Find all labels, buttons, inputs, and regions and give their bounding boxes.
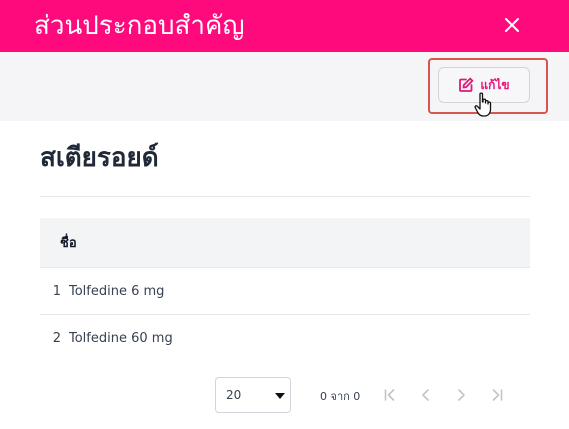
last-page-button[interactable] bbox=[487, 385, 507, 405]
caret-down-icon bbox=[275, 393, 285, 399]
row-name: Tolfedine 60 mg bbox=[69, 331, 173, 346]
divider bbox=[40, 196, 530, 197]
ingredients-table: ชื่อ 1 Tolfedine 6 mg 2 Tolfedine 60 mg bbox=[40, 218, 530, 362]
last-page-icon bbox=[492, 389, 503, 401]
edit-icon bbox=[459, 77, 474, 92]
row-index: 1 bbox=[52, 283, 61, 299]
first-page-button[interactable] bbox=[380, 385, 400, 405]
row-name: Tolfedine 6 mg bbox=[69, 283, 165, 299]
page-size-select[interactable]: 20 bbox=[215, 377, 291, 413]
table-row[interactable]: 1 Tolfedine 6 mg bbox=[40, 268, 530, 315]
table-header: ชื่อ bbox=[40, 218, 530, 268]
next-page-button[interactable] bbox=[451, 385, 471, 405]
hand-cursor-icon bbox=[474, 92, 492, 117]
prev-page-icon bbox=[422, 389, 429, 401]
column-header-name: ชื่อ bbox=[60, 236, 77, 251]
prev-page-button[interactable] bbox=[416, 385, 436, 405]
pagination: 20 0 จาก 0 bbox=[0, 377, 569, 413]
close-button[interactable] bbox=[500, 13, 524, 37]
table-row[interactable]: 2 Tolfedine 60 mg bbox=[40, 315, 530, 362]
close-icon bbox=[505, 18, 519, 32]
dialog-header: ส่วนประกอบสำคัญ bbox=[0, 0, 569, 52]
dialog-title: ส่วนประกอบสำคัญ bbox=[34, 11, 245, 41]
row-index: 2 bbox=[52, 331, 61, 346]
next-page-icon bbox=[458, 389, 465, 401]
page-size-value: 20 bbox=[226, 388, 242, 402]
first-page-icon bbox=[384, 389, 395, 401]
section-heading: สเตียรอยด์ bbox=[40, 143, 159, 173]
pagination-range: 0 จาก 0 bbox=[320, 390, 361, 403]
